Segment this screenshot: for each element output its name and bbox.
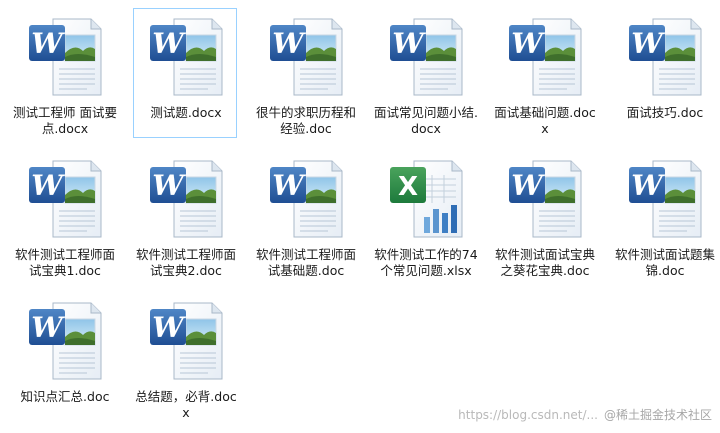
file-name-label: 软件测试面试题集锦.doc [614, 247, 715, 278]
file-item[interactable]: W 软件测试面试宝典之葵花宝典.doc [492, 150, 596, 280]
word-file-icon: W [266, 13, 346, 99]
file-name-label: 很牛的求职历程和经验.doc [255, 105, 356, 136]
svg-text:W: W [272, 169, 306, 202]
file-item[interactable]: W 很牛的求职历程和经验.doc [253, 8, 357, 138]
file-item[interactable]: W 面试基础问题.docx [492, 8, 596, 138]
file-item[interactable]: W 软件测试工程师面试宝典2.doc [133, 150, 237, 280]
file-item[interactable]: W 总结题，必背.docx [133, 292, 237, 422]
word-file-icon: W [505, 155, 585, 241]
file-name-label: 软件测试工作的74个常见问题.xlsx [374, 247, 478, 278]
watermark: https://blog.csdn.net/... @稀土掘金技术社区 [458, 406, 712, 423]
svg-text:X: X [398, 172, 418, 202]
file-item[interactable]: W 知识点汇总.doc [12, 292, 116, 422]
file-name-label: 测试工程师 面试要点.docx [13, 105, 117, 136]
file-name-label: 知识点汇总.doc [20, 389, 110, 404]
file-name-label: 软件测试工程师面试宝典2.doc [135, 247, 236, 278]
word-file-icon: W [25, 155, 105, 241]
file-item[interactable]: W 测试工程师 面试要点.docx [12, 8, 117, 138]
svg-text:W: W [31, 169, 65, 202]
file-item[interactable]: W 软件测试工程师面试基础题.doc [253, 150, 357, 280]
word-file-icon: W [146, 155, 226, 241]
svg-text:W: W [511, 169, 545, 202]
file-name-label: 总结题，必背.docx [135, 389, 237, 420]
svg-text:W: W [392, 27, 426, 60]
file-name-label: 软件测试面试宝典之葵花宝典.doc [494, 247, 595, 278]
svg-text:W: W [511, 27, 545, 60]
svg-text:W: W [31, 311, 65, 344]
word-file-icon: W [625, 13, 705, 99]
file-name-label: 测试题.docx [150, 105, 222, 120]
watermark-url: https://blog.csdn.net/... [458, 408, 598, 422]
word-file-icon: W [266, 155, 346, 241]
word-file-icon: W [386, 13, 466, 99]
file-name-label: 软件测试工程师面试宝典1.doc [14, 247, 115, 278]
svg-text:W: W [152, 169, 186, 202]
file-name-label: 软件测试工程师面试基础题.doc [255, 247, 356, 278]
svg-text:W: W [152, 311, 186, 344]
file-item[interactable]: W 面试技巧.doc [612, 8, 716, 138]
svg-text:W: W [631, 169, 665, 202]
excel-file-icon: X [386, 155, 466, 241]
file-name-label: 面试常见问题小结.docx [374, 105, 478, 136]
watermark-brand: @稀土掘金技术社区 [603, 408, 712, 422]
word-file-icon: W [146, 297, 226, 383]
svg-text:W: W [152, 27, 186, 60]
word-file-icon: W [25, 13, 105, 99]
word-file-icon: W [146, 13, 226, 99]
word-file-icon: W [625, 155, 705, 241]
svg-text:W: W [272, 27, 306, 60]
file-item[interactable]: X 软件测试工作的74个常见问题.xlsx [373, 150, 478, 280]
word-file-icon: W [505, 13, 585, 99]
file-item[interactable]: W 软件测试面试题集锦.doc [612, 150, 716, 280]
file-name-label: 面试基础问题.docx [494, 105, 596, 136]
svg-text:W: W [31, 27, 65, 60]
svg-text:W: W [631, 27, 665, 60]
file-grid: W 测试工程师 面试要点.docx W 测试题.docx W 很牛的求职历程和经… [0, 0, 720, 433]
file-item[interactable]: W 面试常见问题小结.docx [373, 8, 478, 138]
file-item[interactable]: W 软件测试工程师面试宝典1.doc [12, 150, 116, 280]
file-name-label: 面试技巧.doc [626, 105, 704, 120]
file-item[interactable]: W 测试题.docx [133, 8, 237, 138]
word-file-icon: W [25, 297, 105, 383]
